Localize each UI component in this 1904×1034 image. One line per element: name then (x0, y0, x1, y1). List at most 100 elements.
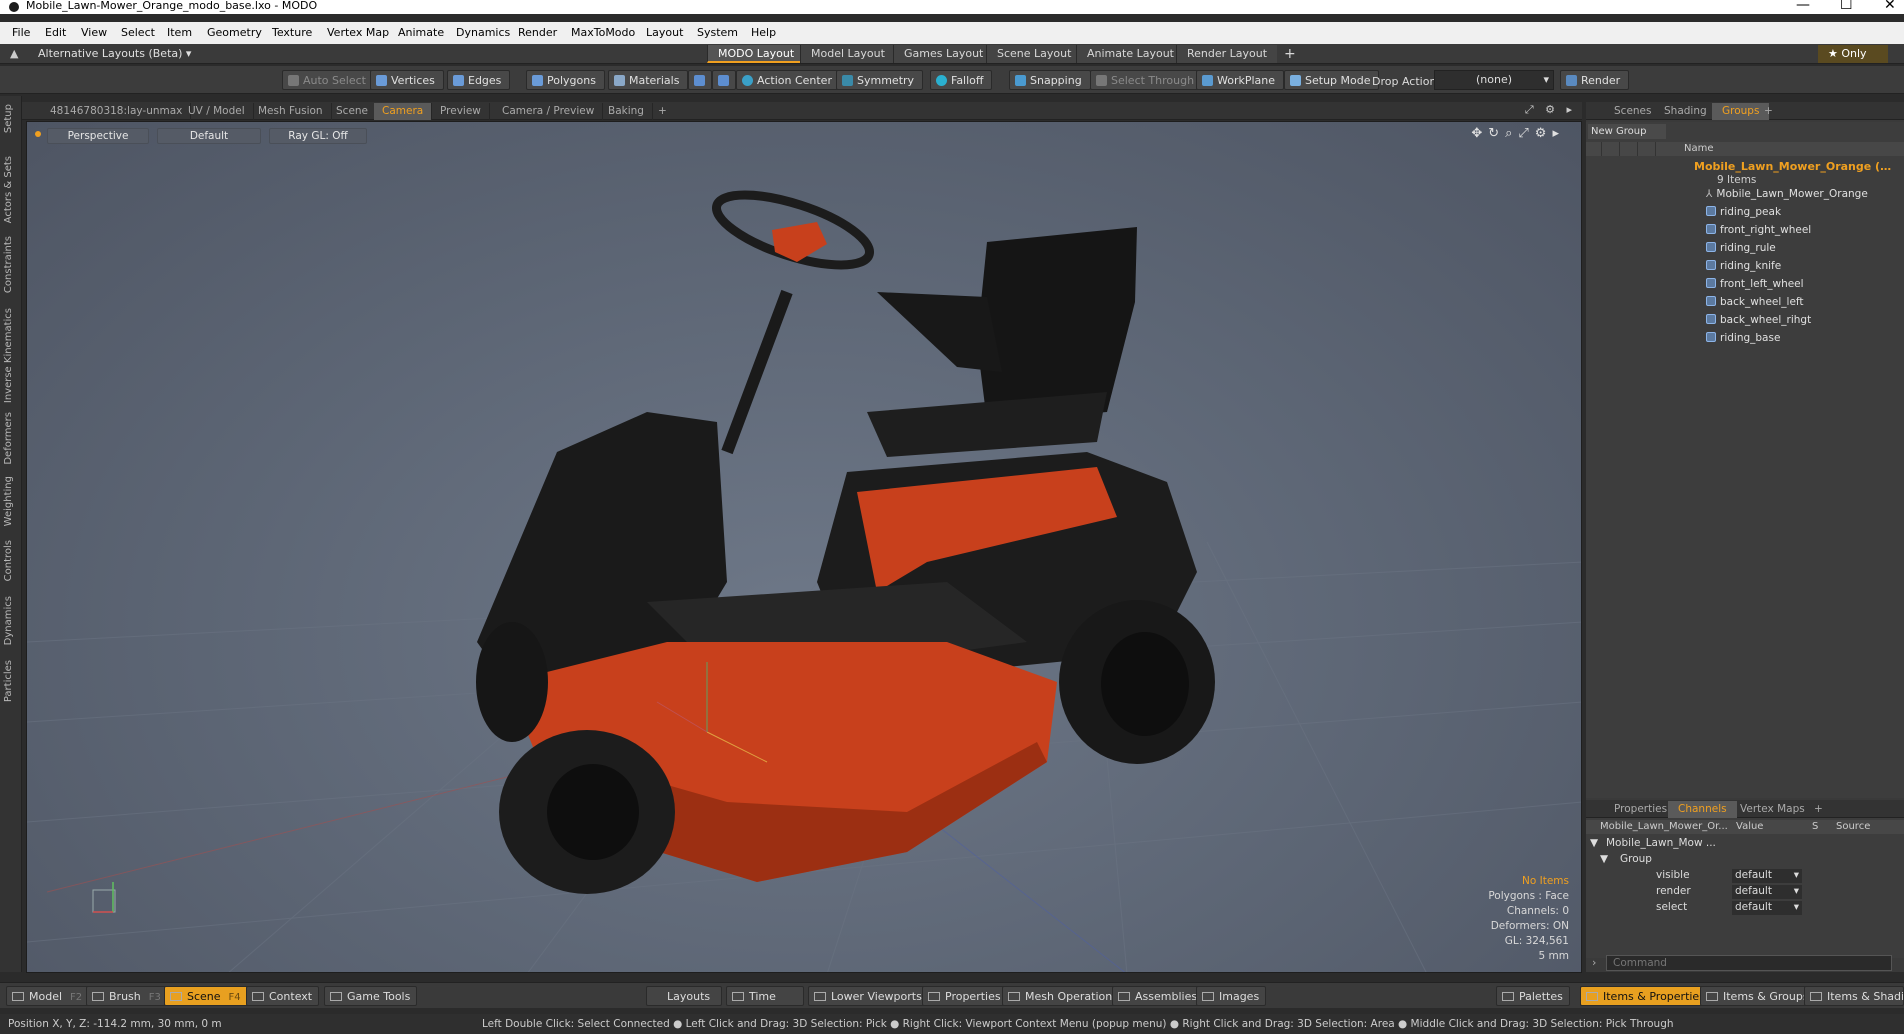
tab-games-layout[interactable]: Games Layout (893, 45, 994, 63)
tab-scene-layout[interactable]: Scene Layout (986, 45, 1082, 63)
expand-arrow-icon[interactable]: ▼ (1600, 853, 1608, 865)
tab-channels[interactable]: Channels (1668, 801, 1737, 818)
edges-button[interactable]: Edges (447, 70, 511, 90)
tab-camera-preview[interactable]: Camera / Preview (494, 103, 604, 120)
polygons-button[interactable]: Polygons (526, 70, 605, 90)
channel-group-row[interactable]: ▼ Group (1586, 853, 1904, 868)
vtab-actors-sets[interactable]: Actors & Sets (3, 156, 14, 223)
expand-arrow-icon[interactable]: ▼ (1590, 837, 1598, 849)
component-mode-button[interactable] (688, 70, 712, 90)
materials-button[interactable]: Materials (608, 70, 689, 90)
action-center-button[interactable]: Action Center (736, 70, 841, 90)
channel-value-select[interactable]: default ▾ (1732, 869, 1802, 883)
tab-camera[interactable]: Camera (374, 103, 433, 120)
scene-button[interactable]: Scene F4 (164, 986, 248, 1006)
list-item[interactable]: back_wheel_left (1706, 296, 1804, 311)
vtab-constraints[interactable]: Constraints (3, 236, 14, 293)
auto-select-button[interactable]: Auto Select (282, 70, 375, 90)
vtab-particles[interactable]: Particles (3, 660, 14, 702)
tab-model-layout[interactable]: Model Layout (800, 45, 895, 63)
vtab-dynamics[interactable]: Dynamics (3, 596, 14, 645)
menu-edit[interactable]: Edit (45, 26, 66, 39)
menu-geometry[interactable]: Geometry (207, 26, 262, 39)
list-item[interactable]: front_right_wheel (1706, 224, 1811, 239)
menu-animate[interactable]: Animate (398, 26, 444, 39)
menu-vertex-map[interactable]: Vertex Map (327, 26, 389, 39)
vtab-inverse-kinematics[interactable]: Inverse Kinematics (3, 308, 14, 403)
menu-item[interactable]: Item (167, 26, 192, 39)
tab-baking[interactable]: Baking (600, 103, 653, 120)
drop-action-select[interactable]: (none) ▾ (1434, 70, 1554, 90)
vertices-button[interactable]: Vertices (370, 70, 444, 90)
render-toggle-icon[interactable] (1622, 142, 1638, 156)
brush-button[interactable]: Brush F3 (86, 986, 168, 1006)
tab-scenes[interactable]: Scenes (1604, 103, 1661, 120)
add-panel-tab-button[interactable]: + (1804, 801, 1833, 818)
game-tools-button[interactable]: Game Tools (324, 986, 418, 1006)
render-button[interactable]: Render (1560, 70, 1630, 90)
new-group-button[interactable]: New Group (1588, 124, 1666, 139)
menu-help[interactable]: Help (751, 26, 776, 39)
snapping-button[interactable]: Snapping (1009, 70, 1091, 90)
list-item[interactable]: riding_peak (1706, 206, 1781, 221)
channel-value-select[interactable]: default ▾ (1732, 901, 1802, 915)
menu-view[interactable]: View (81, 26, 107, 39)
layouts-button[interactable]: Layouts (646, 986, 722, 1006)
eye-icon[interactable] (1586, 142, 1602, 156)
vtab-controls[interactable]: Controls (3, 540, 14, 581)
menu-render[interactable]: Render (518, 26, 557, 39)
menu-maxtomodo[interactable]: MaxToModo (571, 26, 635, 39)
channel-row[interactable]: visible default ▾ (1586, 869, 1904, 884)
items-properties-button[interactable]: Items & Properties (1580, 986, 1712, 1006)
alternative-layouts-dropdown[interactable]: Alternative Layouts (Beta) ▾ (38, 47, 191, 60)
menu-texture[interactable]: Texture (272, 26, 312, 39)
arrow-up-icon[interactable]: ▲ (10, 47, 18, 60)
select-through-button[interactable]: Select Through (1090, 70, 1204, 90)
maximize-button[interactable]: ☐ (1840, 0, 1853, 12)
menu-file[interactable]: File (12, 26, 30, 39)
workplane-button[interactable]: WorkPlane (1196, 70, 1285, 90)
channel-row[interactable]: render default ▾ (1586, 885, 1904, 900)
group-root-item[interactable]: Mobile_Lawn_Mower_Orange (… (1694, 160, 1891, 173)
items-shading-button[interactable]: Items & Shading (1804, 986, 1904, 1006)
vtab-weighting[interactable]: Weighting (3, 476, 14, 526)
items-groups-button[interactable]: Items & Groups (1700, 986, 1816, 1006)
assemblies-button[interactable]: Assemblies (1112, 986, 1205, 1006)
lower-viewports-button[interactable]: Lower Viewports (808, 986, 929, 1006)
add-layout-button[interactable]: + (1274, 45, 1306, 63)
channel-value-select[interactable]: default ▾ (1732, 885, 1802, 899)
vtab-setup[interactable]: Setup (3, 104, 14, 133)
list-item[interactable]: riding_knife (1706, 260, 1781, 275)
menu-system[interactable]: System (697, 26, 738, 39)
list-item[interactable]: front_left_wheel (1706, 278, 1804, 293)
item-mode-button[interactable] (712, 70, 736, 90)
lock-icon[interactable] (1604, 142, 1620, 156)
images-button[interactable]: Images (1196, 986, 1267, 1006)
tab-lay-unmax[interactable]: 48146780318:lay-unmax (42, 103, 192, 120)
menu-dynamics[interactable]: Dynamics (456, 26, 510, 39)
channel-row[interactable]: select default ▾ (1586, 901, 1904, 916)
list-item[interactable]: riding_base (1706, 332, 1780, 347)
mesh-operations-button[interactable]: Mesh Operations (1002, 986, 1125, 1006)
tab-uv-model[interactable]: UV / Model (180, 103, 254, 120)
model-button[interactable]: Model F2 (6, 986, 90, 1006)
context-button[interactable]: Context (246, 986, 320, 1006)
tab-render-layout[interactable]: Render Layout (1176, 45, 1278, 63)
tab-scene[interactable]: Scene (328, 103, 378, 120)
tab-shading[interactable]: Shading (1654, 103, 1717, 120)
tab-preview[interactable]: Preview (432, 103, 490, 120)
menu-layout[interactable]: Layout (646, 26, 683, 39)
setup-mode-button[interactable]: Setup Mode (1284, 70, 1380, 90)
channel-root-row[interactable]: ▼ Mobile_Lawn_Mow ... (1586, 837, 1904, 852)
tab-properties[interactable]: Properties (1604, 801, 1677, 818)
properties-button[interactable]: Properties (922, 986, 1008, 1006)
add-panel-tab-button[interactable]: + (1754, 103, 1783, 120)
minimize-button[interactable]: — (1796, 0, 1810, 12)
tab-modo-layout[interactable]: MODO Layout (707, 45, 805, 63)
vtab-deformers[interactable]: Deformers (3, 412, 14, 465)
time-button[interactable]: Time (726, 986, 804, 1006)
list-item[interactable]: ⅄ Mobile_Lawn_Mower_Orange (1706, 188, 1868, 203)
select-toggle-icon[interactable] (1640, 142, 1656, 156)
add-viewport-tab-button[interactable]: + (650, 103, 675, 120)
close-button[interactable]: ✕ (1884, 0, 1896, 12)
